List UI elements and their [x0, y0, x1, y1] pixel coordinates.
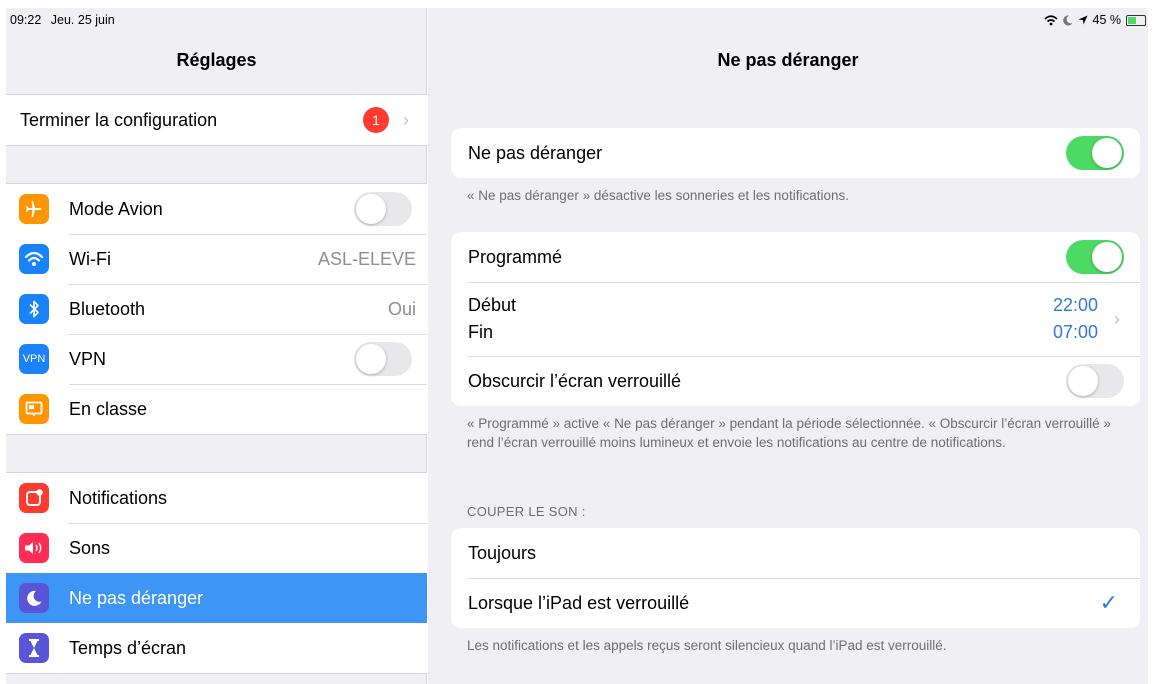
chevron-right-icon: ›: [403, 109, 409, 130]
silence-option-when-locked[interactable]: Lorsque l’iPad est verrouillé ✓: [451, 578, 1140, 628]
sidebar-item-label: Wi-Fi: [69, 248, 111, 269]
silence-card: Toujours Lorsque l’iPad est verrouillé ✓: [451, 528, 1140, 628]
sidebar-item-label: Ne pas déranger: [69, 587, 204, 608]
status-time: 09:22: [10, 13, 42, 27]
checkmark-icon: ✓: [1099, 590, 1118, 615]
sidebar-item-sounds[interactable]: Sons: [6, 523, 427, 573]
dim-lock-screen-row: Obscurcir l’écran verrouillé: [451, 356, 1140, 406]
sidebar-item-vpn[interactable]: VPN VPN: [6, 334, 427, 384]
scheduled-toggle[interactable]: [1066, 240, 1124, 274]
sidebar-item-finish-setup[interactable]: Terminer la configuration 1 ›: [6, 95, 427, 145]
sidebar-item-label: Terminer la configuration: [20, 109, 218, 130]
speaker-icon: [19, 533, 49, 563]
dnd-row: Ne pas déranger: [451, 128, 1140, 178]
end-label: Fin: [468, 322, 494, 342]
start-label: Début: [468, 295, 517, 315]
silence-option-always[interactable]: Toujours: [451, 528, 1140, 578]
wifi-icon: [19, 244, 49, 274]
bluetooth-icon: [19, 294, 49, 324]
sidebar-item-classroom[interactable]: En classe: [6, 384, 427, 434]
scheduled-row: Programmé: [451, 232, 1140, 282]
airplane-mode-toggle[interactable]: [354, 192, 412, 226]
setup-group: Terminer la configuration 1 ›: [6, 94, 427, 146]
classroom-icon: [19, 394, 49, 424]
hourglass-icon: [19, 633, 49, 663]
dim-lock-screen-toggle[interactable]: [1066, 364, 1124, 398]
dnd-description: « Ne pas déranger » désactive les sonner…: [467, 188, 849, 203]
status-date: Jeu. 25 juin: [50, 13, 115, 27]
vpn-toggle[interactable]: [354, 342, 412, 376]
schedule-labels: Début Fin: [468, 295, 1053, 343]
sidebar-item-label: Mode Avion: [69, 198, 163, 219]
schedule-times-row[interactable]: Début Fin 22:00 07:00 ›: [451, 282, 1140, 356]
sidebar-title: Réglages: [176, 50, 257, 70]
sidebar-item-label: Temps d’écran: [69, 637, 187, 658]
settings-sidebar: 09:22 Jeu. 25 juin Réglages Terminer la …: [6, 8, 427, 684]
vpn-icon: VPN: [19, 344, 49, 374]
airplane-icon: [19, 194, 49, 224]
page-title: Ne pas déranger: [717, 50, 859, 70]
dnd-toggle[interactable]: [1066, 136, 1124, 170]
connectivity-group: Mode Avion Wi-Fi ASL-ELEVE Bluetooth Oui…: [6, 183, 427, 435]
notifications-group: Notifications Sons Ne pas déranger Temps…: [6, 472, 427, 674]
sidebar-item-label: Notifications: [69, 487, 168, 508]
end-time: 07:00: [1052, 322, 1098, 342]
dnd-card: Ne pas déranger: [451, 128, 1140, 178]
chevron-right-icon: ›: [1114, 308, 1120, 329]
wifi-icon: [1043, 14, 1058, 25]
silence-option-label: Toujours: [468, 542, 537, 563]
sidebar-item-do-not-disturb[interactable]: Ne pas déranger: [6, 573, 427, 623]
dim-lock-screen-label: Obscurcir l’écran verrouillé: [468, 370, 682, 391]
sidebar-item-label: En classe: [69, 398, 148, 419]
status-bar-left: 09:22 Jeu. 25 juin: [10, 13, 121, 27]
scheduled-label: Programmé: [468, 246, 563, 267]
ipad-screen: 09:22 Jeu. 25 juin Réglages Terminer la …: [6, 8, 1148, 684]
notification-badge: 1: [363, 107, 389, 133]
moon-icon: [1062, 14, 1072, 25]
silence-option-label: Lorsque l’iPad est verrouillé: [468, 592, 690, 613]
notifications-icon: [19, 483, 49, 513]
dnd-label: Ne pas déranger: [468, 142, 603, 163]
detail-pane: 45 % Ne pas déranger Ne pas déranger « N…: [428, 8, 1148, 684]
moon-icon: [19, 583, 49, 613]
battery-icon: [1126, 14, 1146, 26]
schedule-description: « Programmé » active « Ne pas déranger »…: [467, 416, 1111, 450]
sidebar-item-airplane-mode[interactable]: Mode Avion: [6, 184, 427, 234]
status-bar-right: 45 %: [1043, 13, 1146, 27]
location-arrow-icon: [1078, 15, 1087, 25]
schedule-times: 22:00 07:00: [1053, 295, 1098, 343]
bluetooth-status: Oui: [387, 298, 416, 319]
sidebar-item-screen-time[interactable]: Temps d’écran: [6, 623, 427, 673]
sidebar-item-label: Sons: [69, 537, 111, 558]
silence-description: Les notifications et les appels reçus se…: [467, 638, 947, 653]
sidebar-item-label: VPN: [69, 348, 107, 369]
start-time: 22:00: [1052, 295, 1098, 315]
sidebar-item-wifi[interactable]: Wi-Fi ASL-ELEVE: [6, 234, 427, 284]
schedule-card: Programmé Début Fin 22:00 07:00 › Obscur…: [451, 232, 1140, 406]
wifi-network-name: ASL-ELEVE: [317, 248, 416, 269]
silence-section-header: COUPER LE SON :: [467, 504, 586, 519]
sidebar-item-bluetooth[interactable]: Bluetooth Oui: [6, 284, 427, 334]
sidebar-item-notifications[interactable]: Notifications: [6, 473, 427, 523]
battery-percentage: 45 %: [1092, 13, 1122, 27]
sidebar-item-label: Bluetooth: [69, 298, 146, 319]
